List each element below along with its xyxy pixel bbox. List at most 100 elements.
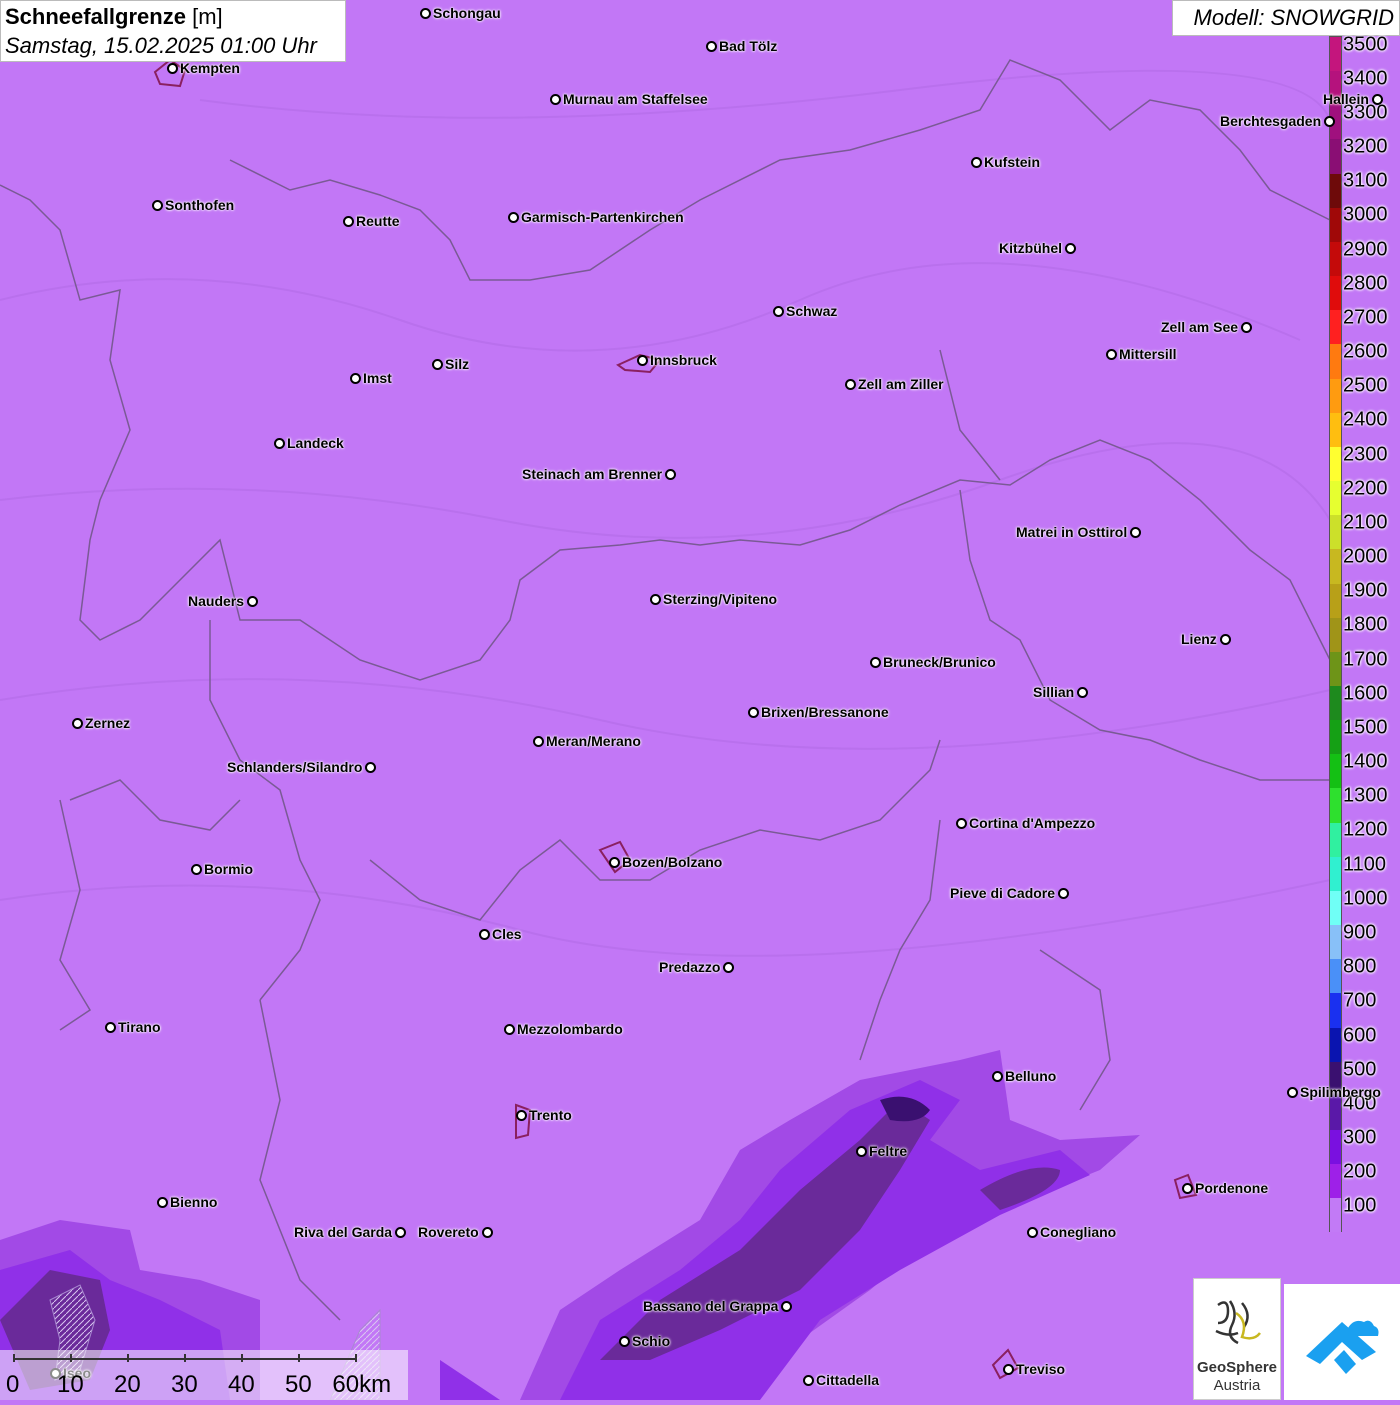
city-marker[interactable]: Belluno <box>992 1068 1056 1084</box>
city-marker[interactable]: Cortina d'Ampezzo <box>956 815 1095 831</box>
city-marker[interactable]: Pordenone <box>1182 1180 1268 1196</box>
city-marker[interactable]: Kempten <box>167 60 240 76</box>
city-dot-icon <box>1106 348 1117 360</box>
city-dot-icon <box>992 1070 1003 1082</box>
legend-swatch <box>1330 720 1341 755</box>
city-marker[interactable]: Bad Tölz <box>706 38 777 54</box>
city-label: Bad Tölz <box>719 38 778 54</box>
city-dot-icon <box>1077 686 1089 698</box>
legend-label: 600 <box>1343 1024 1377 1046</box>
city-marker[interactable]: Reutte <box>343 213 400 229</box>
legend-label: 3000 <box>1343 203 1388 226</box>
city-dot-icon <box>665 468 677 480</box>
city-marker[interactable]: Pieve di Cadore <box>950 885 1070 901</box>
city-marker[interactable]: Silz <box>432 356 469 372</box>
city-label: Reutte <box>356 213 400 229</box>
city-marker[interactable]: Kitzbühel <box>999 240 1076 256</box>
city-marker[interactable]: Murnau am Staffelsee <box>550 91 708 107</box>
city-marker[interactable]: Nauders <box>188 593 259 609</box>
city-marker[interactable]: Bozen/Bolzano <box>609 854 722 870</box>
city-marker[interactable]: Spilimbergo <box>1287 1084 1381 1100</box>
legend-label: 1800 <box>1343 613 1388 636</box>
color-legend: 3500 3400 3300 3200 3100 3000 2900 2800 2700 2600… <box>1329 33 1400 1234</box>
geosphere-logo[interactable]: GeoSphere Austria <box>1193 1278 1281 1400</box>
city-marker[interactable]: Imst <box>350 370 392 386</box>
scale-tick <box>298 1354 300 1362</box>
city-label: Bienno <box>170 1194 218 1210</box>
city-label: Mittersill <box>1119 346 1177 362</box>
city-marker[interactable]: Schlanders/Silandro <box>227 759 377 775</box>
city-marker[interactable]: Berchtesgaden <box>1220 113 1336 129</box>
app-logo[interactable] <box>1284 1284 1400 1400</box>
city-dot-icon <box>481 1226 493 1238</box>
legend-swatch <box>1330 583 1341 618</box>
legend-label: 1200 <box>1343 818 1388 841</box>
city-marker[interactable]: Landeck <box>274 435 344 451</box>
city-label: Feltre <box>869 1143 908 1159</box>
city-label: Predazzo <box>659 959 721 975</box>
city-marker[interactable]: Predazzo <box>659 959 735 975</box>
city-marker[interactable]: Mittersill <box>1106 346 1177 362</box>
city-marker[interactable]: Schongau <box>420 5 501 21</box>
city-dot-icon <box>971 156 982 168</box>
city-marker[interactable]: Conegliano <box>1027 1224 1116 1240</box>
city-dot-icon <box>1371 93 1383 105</box>
city-label: Brixen/Bressanone <box>761 704 889 720</box>
city-dot-icon <box>105 1021 116 1033</box>
legend-swatch <box>1330 651 1341 686</box>
city-marker[interactable]: Rovereto <box>418 1224 493 1240</box>
legend-swatch <box>1330 993 1341 1028</box>
city-marker[interactable]: Zernez <box>72 715 130 731</box>
city-marker[interactable]: Brixen/Bressanone <box>748 704 889 720</box>
legend-label: 500 <box>1343 1058 1377 1081</box>
city-label: Spilimbergo <box>1300 1084 1381 1100</box>
legend-label: 3500 <box>1343 33 1388 56</box>
city-label: Berchtesgaden <box>1220 113 1322 129</box>
city-marker[interactable]: Schio <box>619 1333 670 1349</box>
scale-tick <box>241 1354 243 1362</box>
city-marker[interactable]: Garmisch-Partenkirchen <box>508 209 684 225</box>
city-label: Schio <box>632 1333 671 1349</box>
legend-color-bar <box>1329 36 1342 1233</box>
legend-swatch <box>1330 925 1341 960</box>
city-marker[interactable]: Steinach am Brenner <box>522 466 677 482</box>
city-marker[interactable]: Kufstein <box>971 154 1040 170</box>
legend-swatch <box>1330 617 1341 652</box>
city-marker[interactable]: Lienz <box>1181 631 1231 647</box>
city-label: Mezzolombardo <box>517 1021 623 1037</box>
city-marker[interactable]: Tirano <box>105 1019 161 1035</box>
city-dot-icon <box>274 437 285 449</box>
legend-swatch <box>1330 276 1341 311</box>
legend-swatch <box>1330 856 1341 891</box>
city-dot-icon <box>516 1109 527 1121</box>
legend-label: 2400 <box>1343 408 1388 431</box>
city-marker[interactable]: Feltre <box>856 1143 907 1159</box>
city-marker[interactable]: Bruneck/Brunico <box>870 654 996 670</box>
city-marker[interactable]: Bienno <box>157 1194 217 1210</box>
city-dot-icon <box>609 856 620 868</box>
city-marker[interactable]: Zell am Ziller <box>845 376 944 392</box>
city-dot-icon <box>1241 321 1253 333</box>
city-marker[interactable]: Trento <box>516 1107 572 1123</box>
city-marker[interactable]: Innsbruck <box>637 352 717 368</box>
city-marker[interactable]: Bassano del Grappa <box>643 1298 793 1314</box>
city-marker[interactable]: Riva del Garda <box>294 1224 407 1240</box>
city-marker[interactable]: Schwaz <box>773 303 837 319</box>
city-marker[interactable]: Cles <box>479 926 522 942</box>
city-marker[interactable]: Bormio <box>191 861 253 877</box>
city-marker[interactable]: Sterzing/Vipiteno <box>650 591 777 607</box>
city-marker[interactable]: Hallein <box>1323 91 1383 107</box>
city-label: Bormio <box>204 861 253 877</box>
city-marker[interactable]: Mezzolombardo <box>504 1021 623 1037</box>
city-marker[interactable]: Sonthofen <box>152 197 234 213</box>
legend-label: 900 <box>1343 921 1377 944</box>
city-dot-icon <box>191 863 202 875</box>
city-marker[interactable]: Treviso <box>1003 1361 1065 1377</box>
legend-label: 1100 <box>1343 853 1387 876</box>
city-marker[interactable]: Meran/Merano <box>533 733 641 749</box>
city-marker[interactable]: Zell am See <box>1161 319 1253 335</box>
city-marker[interactable]: Sillian <box>1033 684 1089 700</box>
city-marker[interactable]: Matrei in Osttirol <box>1016 524 1142 540</box>
city-dot-icon <box>365 761 377 773</box>
city-marker[interactable]: Cittadella <box>803 1372 879 1388</box>
